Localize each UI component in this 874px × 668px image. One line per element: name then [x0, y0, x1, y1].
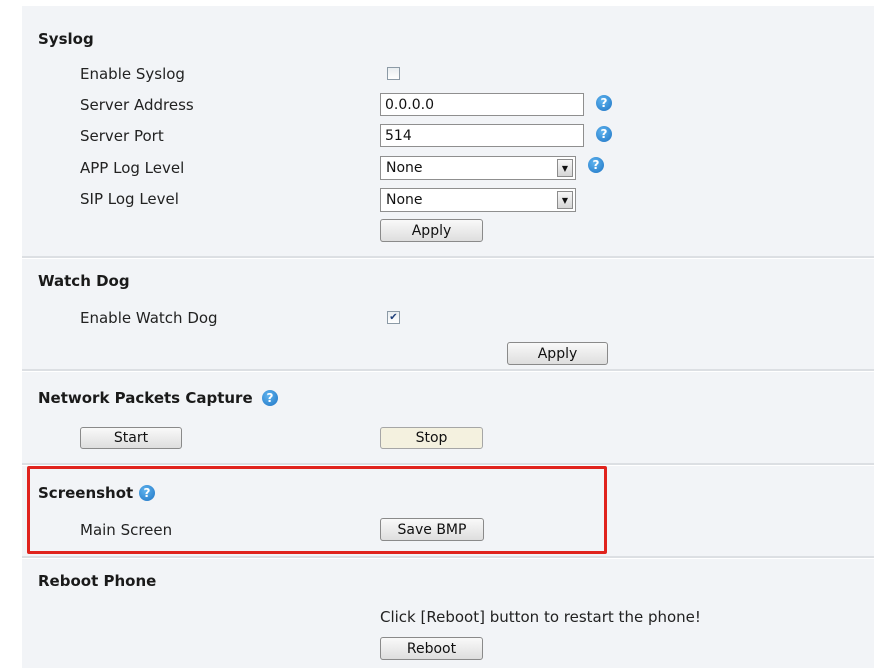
- help-icon[interactable]: ?: [262, 390, 278, 406]
- packet-capture-section-title: Network Packets Capture: [38, 389, 253, 407]
- checkmark-icon: ✔: [389, 312, 398, 323]
- highlight-box: [27, 466, 607, 554]
- section-divider: [22, 556, 874, 559]
- help-icon[interactable]: ?: [596, 95, 612, 111]
- dropdown-arrow-icon[interactable]: ▼: [557, 159, 573, 177]
- capture-start-button[interactable]: Start: [80, 427, 182, 449]
- server-address-input[interactable]: [380, 93, 584, 116]
- enable-syslog-label: Enable Syslog: [80, 65, 185, 83]
- reboot-button[interactable]: Reboot: [380, 637, 483, 660]
- help-icon[interactable]: ?: [588, 157, 604, 173]
- help-icon[interactable]: ?: [596, 126, 612, 142]
- server-address-label: Server Address: [80, 96, 194, 114]
- syslog-apply-button[interactable]: Apply: [380, 219, 483, 242]
- enable-watch-dog-label: Enable Watch Dog: [80, 309, 218, 327]
- server-port-input[interactable]: [380, 124, 584, 147]
- app-log-level-select[interactable]: None ▼: [380, 156, 576, 180]
- app-log-level-label: APP Log Level: [80, 159, 185, 177]
- section-divider: [22, 256, 874, 259]
- section-divider: [22, 369, 874, 372]
- watch-dog-apply-button[interactable]: Apply: [507, 342, 608, 365]
- server-port-label: Server Port: [80, 127, 164, 145]
- sip-log-level-select[interactable]: None ▼: [380, 188, 576, 212]
- reboot-section-title: Reboot Phone: [38, 572, 157, 590]
- enable-syslog-checkbox[interactable]: [387, 67, 400, 80]
- sip-log-level-value: None: [386, 192, 423, 208]
- syslog-section-title: Syslog: [38, 30, 94, 48]
- enable-watch-dog-checkbox[interactable]: ✔: [387, 311, 400, 324]
- watch-dog-section-title: Watch Dog: [38, 272, 130, 290]
- dropdown-arrow-icon[interactable]: ▼: [557, 191, 573, 209]
- app-log-level-value: None: [386, 160, 423, 176]
- sip-log-level-label: SIP Log Level: [80, 190, 179, 208]
- capture-stop-button[interactable]: Stop: [380, 427, 483, 449]
- reboot-hint: Click [Reboot] button to restart the pho…: [380, 608, 701, 626]
